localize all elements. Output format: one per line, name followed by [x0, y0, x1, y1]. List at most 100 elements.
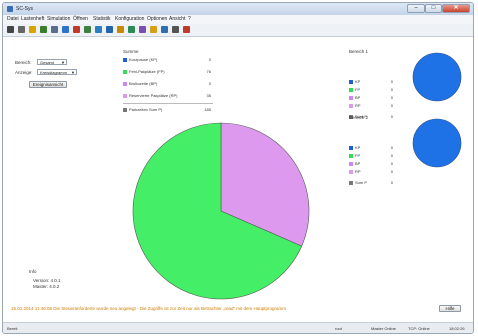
tools-icon[interactable] — [73, 26, 80, 33]
main-pie-chart — [132, 122, 310, 300]
legend-swatch — [349, 96, 353, 100]
legend-row-kp: KP 0 — [349, 145, 395, 151]
legend-row-fp: FP 0 — [349, 153, 395, 159]
menu-oeffnen[interactable]: Öffnen — [73, 16, 88, 22]
status-master: Master Online — [371, 326, 396, 331]
grid-icon[interactable] — [84, 26, 91, 33]
sum-icon[interactable] — [95, 26, 102, 33]
pie-slice-full — [412, 118, 462, 168]
legend-label: KP — [355, 145, 361, 150]
anzeige-label: Anzeige: — [15, 70, 33, 75]
legend-label: RP — [355, 103, 361, 108]
legend-value: 0 — [390, 114, 393, 119]
legend-title: Summe — [123, 49, 139, 54]
window-title: SC-Sys — [16, 6, 33, 12]
legend-label: KP — [355, 79, 361, 84]
menu-ansicht[interactable]: Ansicht — [169, 16, 185, 22]
legend-swatch — [349, 80, 353, 84]
menu-datei[interactable]: Datei — [7, 16, 19, 22]
menu-konfiguration[interactable]: Konfiguration — [115, 16, 144, 22]
menu-help[interactable]: ? — [188, 16, 191, 22]
menu-simulation[interactable]: Simulation — [47, 16, 70, 22]
status-tcp: TCP: Online — [408, 326, 430, 331]
refresh-icon[interactable] — [128, 26, 135, 33]
legend-row-kp: KP 0 — [349, 79, 395, 85]
save-icon[interactable] — [106, 26, 113, 33]
legend-swatch — [123, 58, 127, 62]
users-icon[interactable] — [51, 26, 58, 33]
legend-swatch — [349, 88, 353, 92]
legend-value: 0 — [390, 161, 393, 166]
bereich1-title: Bereich 1 — [349, 49, 369, 54]
ereignisansicht-button[interactable]: Ereignisansicht — [29, 81, 67, 88]
legend-label: Parkzeiten Sum P) — [129, 107, 163, 112]
legend-label: Reservierte Pakplätze (RP) — [129, 93, 178, 98]
legend-row-kp: Kurzpause (KP) 0 — [123, 57, 213, 63]
main-content: Bereich: Gesamt ▼ Anzeige: Kreisdiagramm… — [3, 37, 473, 322]
anzeige-select[interactable]: Kreisdiagramm ▼ — [37, 69, 77, 75]
legend-row-bp: BP 0 — [349, 161, 395, 167]
help-button[interactable]: Hilfe — [439, 305, 461, 312]
legend-row-bp: BP 0 — [349, 95, 395, 101]
legend-value: 0 — [390, 95, 393, 100]
legend-row-bp: Bruttozeite (BP) 0 — [123, 81, 213, 87]
list-icon[interactable] — [172, 26, 179, 33]
legend-value: 0 — [208, 57, 211, 62]
legend-divider — [123, 103, 213, 104]
menu-optionen[interactable]: Optionen — [147, 16, 167, 22]
status-ready: Bereit — [7, 326, 18, 331]
legend-row-sum-p: Sum P 0 — [349, 180, 395, 186]
info-title: Info — [29, 269, 37, 274]
legend-swatch — [349, 154, 353, 158]
bars-icon[interactable] — [62, 26, 69, 33]
legend-swatch — [123, 108, 127, 112]
legend-label: FP — [355, 153, 361, 158]
chevron-down-icon: ▼ — [61, 60, 65, 65]
warning-icon[interactable] — [183, 26, 190, 33]
legend-value: 0 — [390, 79, 393, 84]
settings-icon[interactable] — [139, 26, 146, 33]
table-icon[interactable] — [40, 26, 47, 33]
title-bar: SC-Sys – □ ✕ — [3, 3, 473, 15]
legend-value: 0 — [390, 87, 393, 92]
menu-lastenheft[interactable]: Lastenheft — [21, 16, 44, 22]
bereich1-pie-chart — [412, 52, 462, 102]
app-window: SC-Sys – □ ✕ Datei Lastenheft Simulation… — [2, 2, 474, 334]
bereich2-title: Bereich 2 — [349, 115, 369, 120]
legend-label: FP — [355, 87, 361, 92]
legend-swatch — [349, 170, 353, 174]
chevron-down-icon: ▼ — [71, 70, 75, 75]
bereich-select[interactable]: Gesamt ▼ — [37, 59, 67, 65]
legend-row-total: Parkzeiten Sum P) 185 — [123, 107, 213, 113]
anzeige-select-value: Kreisdiagramm — [40, 70, 67, 75]
chart-icon[interactable] — [29, 26, 36, 33]
menu-statistik[interactable]: Statistik — [93, 16, 111, 22]
legend-label: Sum P — [355, 180, 368, 185]
master-version-text: Master: 4.0.2 — [33, 284, 60, 289]
print-icon[interactable] — [7, 26, 14, 33]
pie-slice-full — [412, 52, 462, 102]
filter-icon[interactable] — [117, 26, 124, 33]
gear-icon[interactable] — [18, 26, 25, 33]
link-icon[interactable] — [161, 26, 168, 33]
legend-value: 76 — [206, 69, 211, 74]
status-bar: Bereit root Master Online TCP: Online 18… — [3, 322, 473, 333]
bereich-select-value: Gesamt — [40, 60, 55, 65]
bereich-label: Bereich: — [15, 60, 32, 65]
legend-swatch — [123, 70, 127, 74]
close-button[interactable]: ✕ — [442, 4, 470, 13]
legend-swatch — [349, 104, 353, 108]
bereich2-pie-chart — [412, 118, 462, 168]
legend-row-rp: RP 0 — [349, 103, 395, 109]
clock-icon[interactable] — [150, 26, 157, 33]
legend-swatch — [349, 146, 353, 150]
maximize-button[interactable]: □ — [425, 4, 442, 13]
legend-value: 0 — [390, 169, 393, 174]
legend-swatch — [123, 82, 127, 86]
legend-value: 0 — [390, 103, 393, 108]
legend-value: 0 — [390, 153, 393, 158]
legend-label: Bruttozeite (BP) — [129, 81, 158, 86]
legend-value: 0 — [390, 145, 393, 150]
minimize-button[interactable]: – — [407, 4, 425, 13]
legend-value: 185 — [204, 107, 211, 112]
